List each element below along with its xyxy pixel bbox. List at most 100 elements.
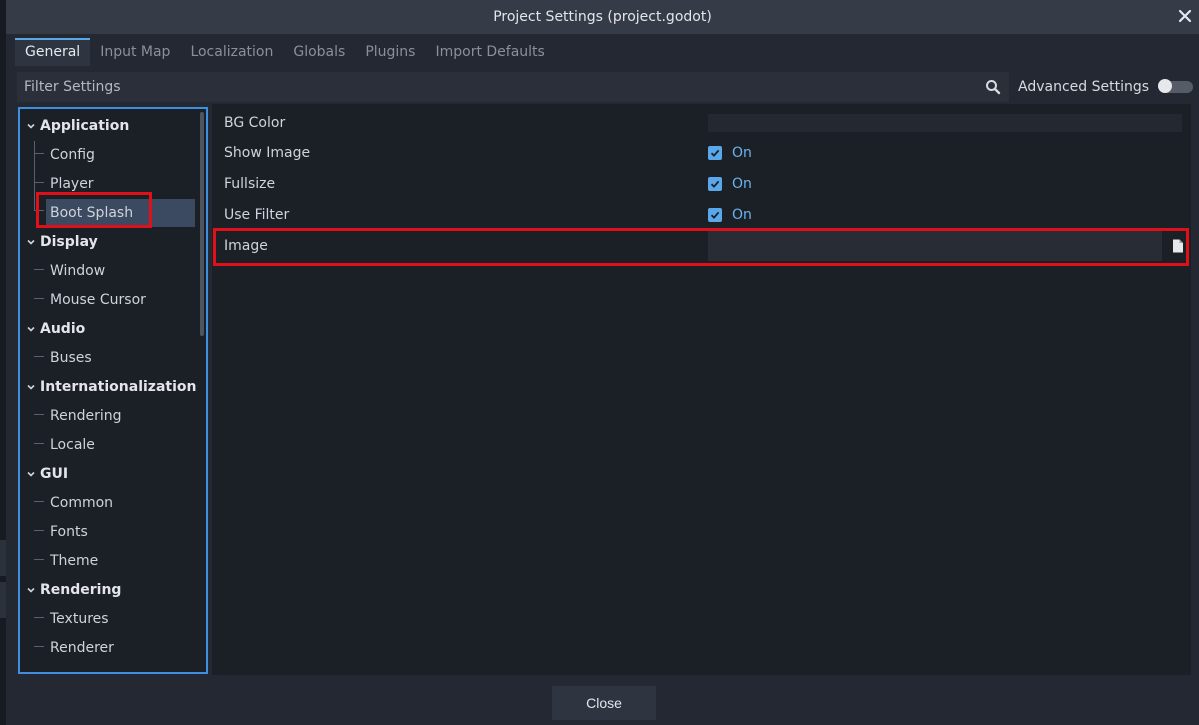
tree-guide [34, 269, 44, 270]
tree-guide [34, 559, 44, 560]
tree-guide [34, 501, 44, 502]
tree-category-rendering[interactable]: Rendering [24, 576, 121, 604]
settings-category-tree: Application Config Player Boot Splash Di… [18, 107, 208, 674]
filter-settings-input[interactable]: Filter Settings [17, 72, 1009, 102]
use-filter-checkbox[interactable]: On [708, 200, 752, 230]
tree-item-label: Boot Splash [50, 205, 134, 221]
title-bar: Project Settings (project.godot) [6, 0, 1199, 34]
tree-item-label: Config [50, 147, 95, 163]
advanced-settings: Advanced Settings [1018, 72, 1194, 102]
settings-inspector: BG Color Show Image On Fullsize On Use F… [212, 104, 1191, 675]
advanced-settings-toggle[interactable] [1158, 79, 1194, 93]
tree-item-label: Common [50, 495, 114, 511]
tree-guide [34, 141, 35, 211]
tree-item-theme[interactable]: Theme [50, 547, 98, 575]
tree-item-common[interactable]: Common [50, 489, 113, 517]
tree-item-window[interactable]: Window [50, 257, 105, 285]
tree-item-label: Buses [50, 350, 92, 366]
check-icon [708, 177, 722, 191]
property-label: Image [224, 238, 268, 254]
property-show-image: Show Image On [212, 138, 1191, 168]
close-window-icon[interactable] [1175, 6, 1195, 26]
property-bg-color: BG Color [212, 108, 1191, 138]
tree-guide [34, 298, 44, 299]
property-label: Show Image [224, 145, 311, 161]
tree-category-application[interactable]: Application [24, 112, 129, 140]
tree-guide [34, 530, 44, 531]
tree-guide [34, 646, 44, 647]
window-title: Project Settings (project.godot) [493, 9, 712, 25]
tree-item-boot-splash[interactable]: Boot Splash [46, 199, 195, 227]
show-image-checkbox[interactable]: On [708, 138, 752, 168]
tree-item-player[interactable]: Player [50, 170, 94, 198]
toggle-knob [1158, 79, 1173, 93]
tree-category-display[interactable]: Display [24, 228, 98, 256]
chevron-down-icon [24, 380, 38, 394]
tab-localization[interactable]: Localization [180, 38, 283, 66]
tree-category-label: Application [40, 118, 130, 134]
tab-import-defaults[interactable]: Import Defaults [425, 38, 554, 66]
tree-guide [34, 182, 44, 183]
tree-item-fonts[interactable]: Fonts [50, 518, 88, 546]
tree-item-label: Window [50, 263, 106, 279]
tree-category-audio[interactable]: Audio [24, 315, 85, 343]
tree-guide [34, 617, 44, 618]
tab-plugins[interactable]: Plugins [355, 38, 425, 66]
property-label: BG Color [224, 115, 286, 131]
filter-placeholder: Filter Settings [24, 79, 121, 95]
property-label: Use Filter [224, 207, 290, 223]
tree-category-label: Rendering [40, 582, 122, 598]
property-use-filter: Use Filter On [212, 200, 1191, 230]
tree-guide [34, 153, 44, 154]
chevron-down-icon [24, 322, 38, 336]
tree-item-config[interactable]: Config [50, 141, 95, 169]
chevron-down-icon [24, 467, 38, 481]
tree-item-label: Rendering [50, 408, 122, 424]
search-icon [985, 79, 1001, 95]
tree-category-label: Audio [40, 321, 86, 337]
check-icon [708, 146, 722, 160]
tree-item-rendering-i18n[interactable]: Rendering [50, 402, 122, 430]
checkbox-value: On [732, 176, 752, 192]
settings-tabs: General Input Map Localization Globals P… [15, 38, 555, 66]
advanced-settings-label: Advanced Settings [1018, 79, 1150, 95]
image-path-field[interactable] [708, 231, 1162, 261]
tree-item-label: Player [50, 176, 94, 192]
tree-item-mouse-cursor[interactable]: Mouse Cursor [50, 286, 146, 314]
tree-category-internationalization[interactable]: Internationalization [24, 373, 196, 401]
file-icon[interactable] [1167, 234, 1189, 258]
tree-item-label: Theme [50, 553, 99, 569]
tree-category-gui[interactable]: GUI [24, 460, 68, 488]
tree-guide [34, 414, 44, 415]
checkbox-value: On [732, 145, 752, 161]
tree-item-label: Fonts [50, 524, 88, 540]
tree-item-label: Locale [50, 437, 95, 453]
tree-category-label: Display [40, 234, 98, 250]
tree-guide [34, 356, 44, 357]
checkbox-value: On [732, 207, 752, 223]
tab-globals[interactable]: Globals [283, 38, 355, 66]
property-image: Image [212, 231, 1191, 261]
chevron-down-icon [24, 235, 38, 249]
tree-guide [34, 443, 44, 444]
property-fullsize: Fullsize On [212, 169, 1191, 199]
tree-item-renderer[interactable]: Renderer [50, 634, 114, 662]
tree-item-textures[interactable]: Textures [50, 605, 109, 633]
tree-item-label: Textures [50, 611, 109, 627]
close-button[interactable]: Close [552, 686, 656, 720]
project-settings-dialog: Project Settings (project.godot) General… [6, 0, 1199, 725]
tree-scrollbar[interactable] [200, 112, 204, 336]
bg-color-picker[interactable] [708, 114, 1182, 132]
tree-item-label: Mouse Cursor [50, 292, 146, 308]
fullsize-checkbox[interactable]: On [708, 169, 752, 199]
tree-item-locale[interactable]: Locale [50, 431, 95, 459]
tab-general[interactable]: General [15, 38, 91, 66]
chevron-down-icon [24, 119, 38, 133]
chevron-down-icon [24, 583, 38, 597]
tree-item-label: Renderer [50, 640, 114, 656]
tab-input-map[interactable]: Input Map [90, 38, 180, 66]
tree-category-label: Internationalization [40, 379, 197, 395]
tree-guide [34, 210, 44, 211]
tree-item-buses[interactable]: Buses [50, 344, 92, 372]
property-label: Fullsize [224, 176, 276, 192]
